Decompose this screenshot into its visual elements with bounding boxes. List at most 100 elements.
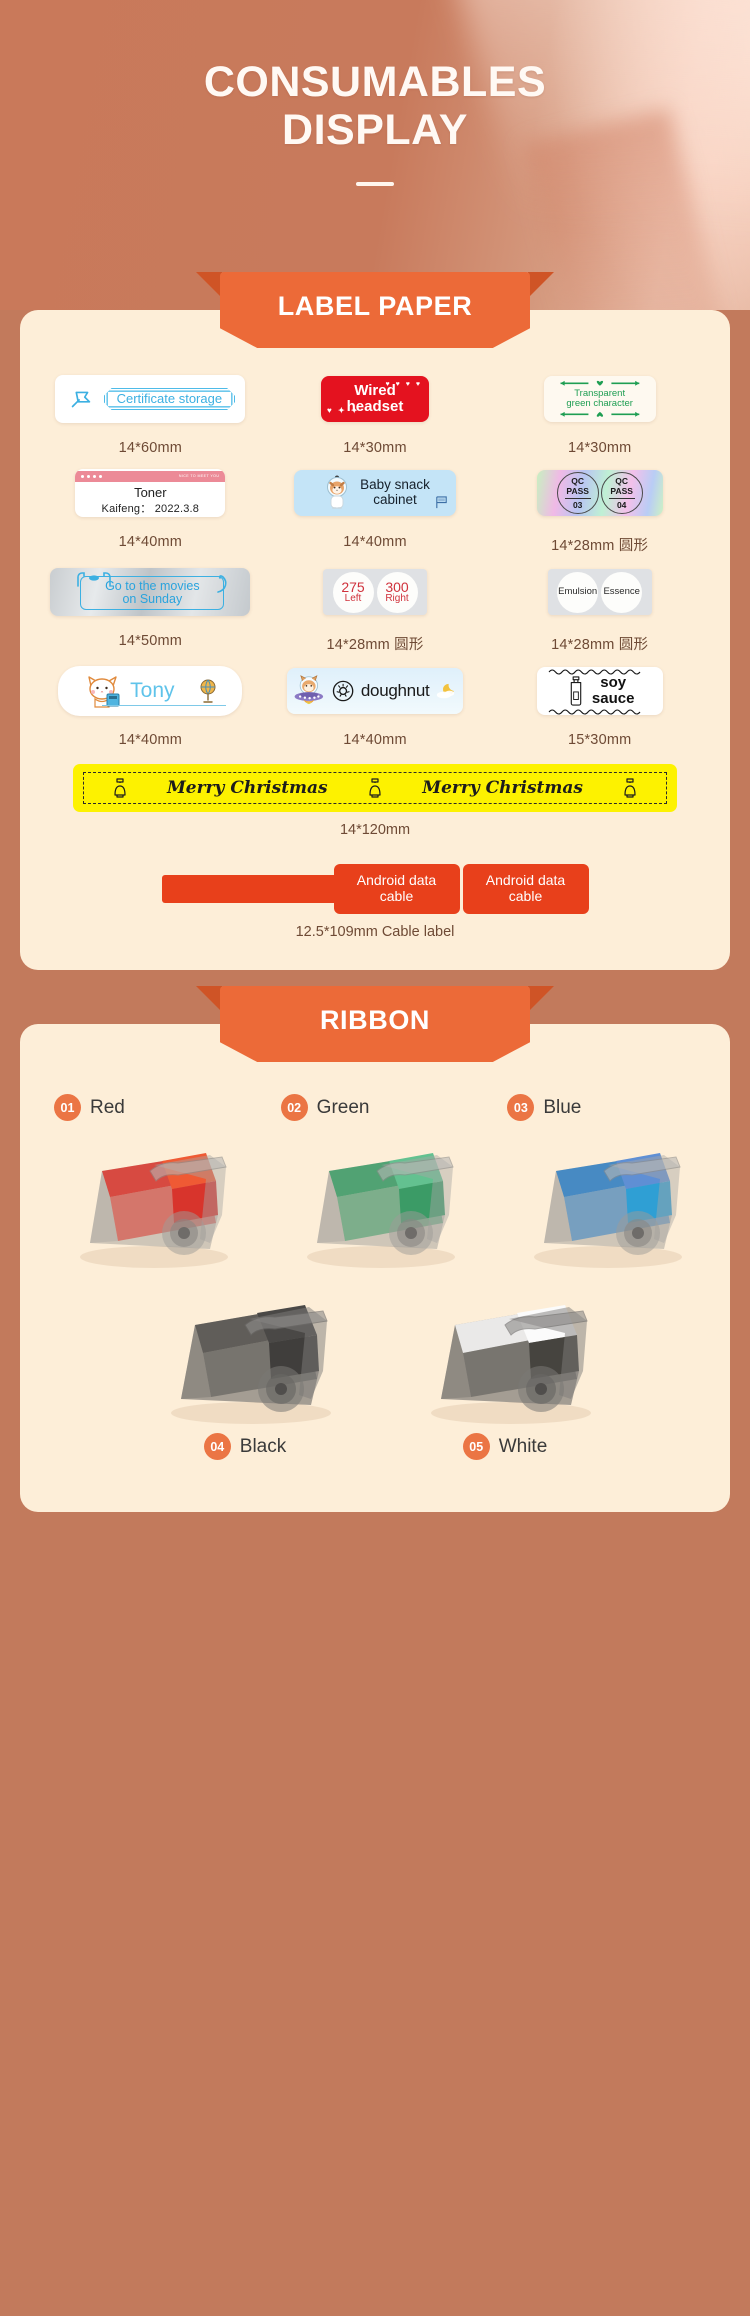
wave-border-bottom-icon xyxy=(548,709,641,715)
label-item-wired-headset[interactable]: ♥ ♥ ♥ ♥ ♥ ✦ ✦ Wired headset 14*30mm xyxy=(263,368,488,456)
toner-header-bar: NICE TO MEET YOU xyxy=(75,470,226,482)
christmas-text: Merry Christmas xyxy=(166,778,328,798)
count-value: 275 xyxy=(341,578,365,595)
product-circle: Essence xyxy=(601,571,643,613)
tony-chip: Tony xyxy=(58,666,243,716)
qc-circle: QC PASS 03 xyxy=(556,472,599,514)
ribbon-badge: 05 xyxy=(462,1433,490,1460)
label-item-emulsion-essence[interactable]: Emulsion Essence 14*28mm 圆形 xyxy=(487,561,712,654)
product-word: Emulsion xyxy=(558,586,598,598)
label-art: Transparent green character xyxy=(543,368,656,430)
ribbon-item-white[interactable]: 05 White xyxy=(385,1277,625,1460)
page-bottom-spacer xyxy=(0,1512,750,1552)
heart-dots-icon: ♥ ♥ ♥ ♥ xyxy=(385,381,422,388)
label-row-2: NICE TO MEET YOU Toner Kaifeng： 2022.3.8… xyxy=(38,462,712,555)
baby-snack-text: Baby snack cabinet xyxy=(360,478,430,507)
toner-subtitle: Kaifeng： 2022.3.8 xyxy=(101,502,200,515)
qc-circle: QC PASS 04 xyxy=(600,472,643,514)
count-circle: 300 Right xyxy=(376,571,418,613)
label-item-certificate[interactable]: Certificate storage 14*60mm xyxy=(38,368,263,456)
astronaut-cat-icon xyxy=(294,675,324,705)
ribbon-banner: RIBBON xyxy=(196,986,554,1062)
label-size: 15*30mm xyxy=(567,732,632,748)
qc-num: 04 xyxy=(608,497,635,510)
label-item-movies[interactable]: Go to the movies on Sunday 14*50mm xyxy=(38,561,263,654)
label-item-left-right[interactable]: 275 Left 300 Right 14*28mm 圆形 xyxy=(263,561,488,654)
bell-icon xyxy=(369,778,381,798)
label-item-toner[interactable]: NICE TO MEET YOU Toner Kaifeng： 2022.3.8… xyxy=(38,462,263,555)
ribbon-badge: 02 xyxy=(280,1094,308,1121)
christmas-label[interactable]: Merry Christmas Merry Christmas xyxy=(73,764,677,812)
soy-line1: soy xyxy=(600,674,627,692)
label-item-qc-pass[interactable]: QC PASS 03 QC PASS 04 14*28mm 圆形 xyxy=(487,462,712,555)
banner-label: RIBBON xyxy=(319,1004,431,1035)
arrow-divider-icon xyxy=(560,412,640,418)
doughnut-chip: doughnut xyxy=(287,668,463,714)
astronaut-dog-icon xyxy=(327,475,348,509)
label-item-transparent-green[interactable]: Transparent green character 14*30mm xyxy=(487,368,712,456)
label-item-baby-snack[interactable]: Baby snack cabinet 14*40mm xyxy=(263,462,488,555)
baby-snack-line2: cabinet xyxy=(373,492,417,507)
title-divider xyxy=(356,182,394,187)
banner-tail-left xyxy=(196,986,222,1012)
ribbon-row-bottom: 04 Black 05 White xyxy=(38,1277,712,1460)
label-art: ♥ ♥ ♥ ♥ ♥ ✦ ✦ Wired headset xyxy=(321,368,429,430)
label-art: Go to the movies on Sunday xyxy=(50,561,251,623)
label-item-tony[interactable]: Tony 14*40mm xyxy=(38,660,263,748)
qc-num: 03 xyxy=(564,497,591,510)
bell-icon xyxy=(114,778,126,798)
banner-body: LABEL PAPER xyxy=(220,272,530,348)
soy-line2: sauce xyxy=(591,690,635,707)
arrow-heart-divider-icon xyxy=(560,380,640,386)
toner-chip: NICE TO MEET YOU Toner Kaifeng： 2022.3.8 xyxy=(75,469,226,517)
ribbon-badge: 03 xyxy=(507,1094,535,1121)
globe-icon xyxy=(200,679,215,703)
label-item-soy-sauce[interactable]: soy sauce 15*30mm xyxy=(487,660,712,748)
doughnut-word: doughnut xyxy=(360,681,430,700)
dot-group-icon xyxy=(81,474,103,478)
ribbon-badge: 04 xyxy=(203,1433,231,1460)
label-art: Baby snack cabinet xyxy=(294,462,456,524)
transparent-green-chip: Transparent green character xyxy=(543,376,656,422)
ribbon-cartridge-image xyxy=(431,1305,591,1424)
movies-chip: Go to the movies on Sunday xyxy=(50,568,251,616)
christmas-size: 14*120mm xyxy=(339,822,411,838)
cable-line2: cable xyxy=(379,888,414,904)
label-size: 14*30mm xyxy=(567,440,632,456)
label-size: 14*40mm xyxy=(118,732,183,748)
label-art: doughnut xyxy=(287,660,463,722)
tony-underline xyxy=(102,704,227,706)
cable-label[interactable]: Android data cable Android data cable xyxy=(38,864,712,914)
star-sparkle-icon: ♥ ✦ ✦ xyxy=(327,405,360,415)
banner-tail-right xyxy=(528,986,554,1012)
label-art: 275 Left 300 Right xyxy=(323,561,427,623)
ribbon-item-tag: 04 Black xyxy=(203,1433,287,1460)
product-word: Essence xyxy=(603,586,640,598)
ribbon-name: Red xyxy=(90,1096,125,1118)
left-right-chip: 275 Left 300 Right xyxy=(323,569,427,615)
label-row-4: Tony 14*40mm doughnut 14*40mm soy sauce … xyxy=(38,660,712,748)
ribbon-item-tag: 05 White xyxy=(462,1433,547,1460)
ribbon-item-black[interactable]: 04 Black xyxy=(125,1277,365,1460)
ribbon-cartridge-image xyxy=(307,1153,455,1268)
ribbon-badge: 01 xyxy=(54,1094,81,1121)
dog-head-icon xyxy=(77,572,112,587)
label-size: 14*28mm 圆形 xyxy=(551,637,649,653)
soy-sauce-chip: soy sauce xyxy=(536,667,663,715)
doughnut-icon xyxy=(332,680,354,702)
label-row-3: Go to the movies on Sunday 14*50mm 275 L… xyxy=(38,561,712,654)
ribbon-name: Black xyxy=(239,1435,287,1457)
cable-line2: cable xyxy=(508,888,543,904)
label-art: soy sauce xyxy=(536,660,663,722)
qc-l1: QC xyxy=(571,476,585,487)
cable-label-block: Android data cable xyxy=(333,864,460,914)
ribbon-item-blue[interactable]: 03 Blue xyxy=(491,1094,712,1273)
christmas-dashed-frame: Merry Christmas Merry Christmas xyxy=(83,772,667,804)
wired-headset-chip: ♥ ♥ ♥ ♥ ♥ ✦ ✦ Wired headset xyxy=(321,376,429,422)
ribbon-cartridge-image xyxy=(533,1153,682,1268)
ribbon-name: Blue xyxy=(543,1096,582,1118)
ribbon-item-red[interactable]: 01 Red xyxy=(38,1094,259,1273)
ribbon-item-green[interactable]: 02 Green xyxy=(265,1094,486,1273)
ribbon-row-top: 01 Red 02 Green 03 Blue xyxy=(38,1094,712,1273)
label-item-doughnut[interactable]: doughnut 14*40mm xyxy=(263,660,488,748)
